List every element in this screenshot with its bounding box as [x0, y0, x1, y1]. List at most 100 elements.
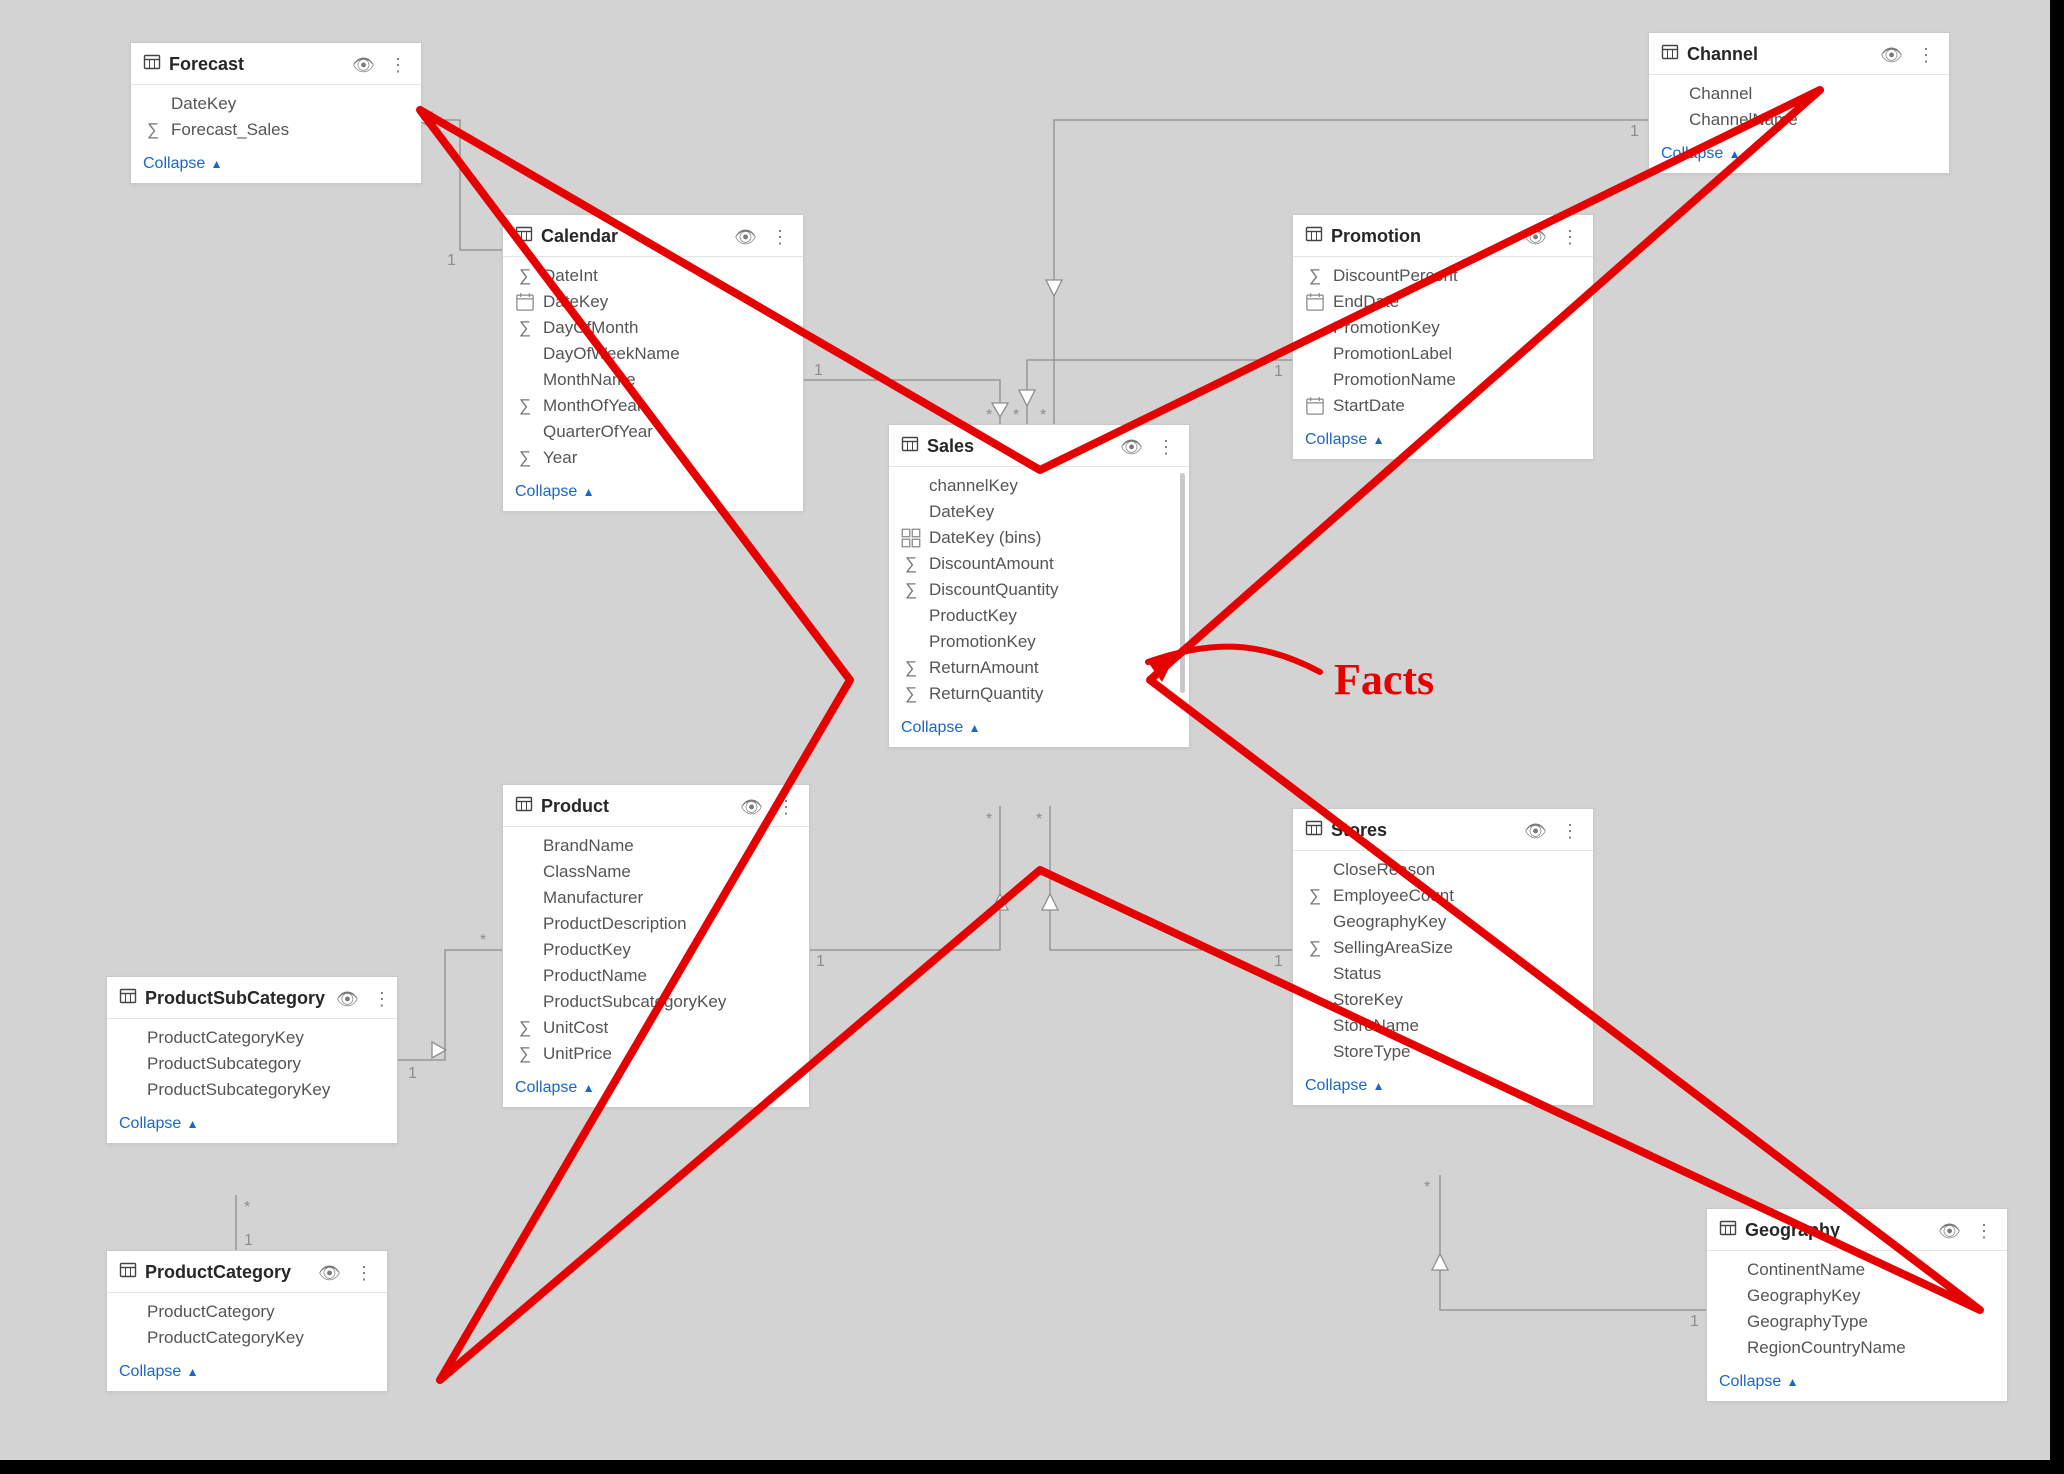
field-row[interactable]: Manufacturer [503, 885, 809, 911]
visibility-icon[interactable]: 👁 [1935, 1222, 1964, 1240]
field-row[interactable]: GeographyKey [1707, 1283, 2007, 1309]
more-options-icon[interactable]: ⋮ [386, 56, 409, 74]
table-channel[interactable]: Channel👁⋮ChannelChannelNameCollapse ▲ [1648, 32, 1950, 174]
more-options-icon[interactable]: ⋮ [352, 1264, 375, 1282]
field-row[interactable]: PromotionLabel [1293, 341, 1593, 367]
more-options-icon[interactable]: ⋮ [370, 990, 393, 1008]
visibility-icon[interactable]: 👁 [1877, 46, 1906, 64]
field-row[interactable]: BrandName [503, 833, 809, 859]
field-row[interactable]: ProductSubcategoryKey [503, 989, 809, 1015]
field-row[interactable]: ∑DiscountQuantity [889, 577, 1189, 603]
collapse-link[interactable]: Collapse ▲ [131, 147, 421, 183]
table-header[interactable]: Promotion👁⋮ [1293, 215, 1593, 257]
field-row[interactable]: ProductCategory [107, 1299, 387, 1325]
field-row[interactable]: ProductKey [889, 603, 1189, 629]
field-row[interactable]: StoreType [1293, 1039, 1593, 1065]
field-row[interactable]: ∑DayOfMonth [503, 315, 803, 341]
table-promotion[interactable]: Promotion👁⋮∑DiscountPercentEndDatePromot… [1292, 214, 1594, 460]
field-row[interactable]: ChannelName [1649, 107, 1949, 133]
field-row[interactable]: ProductCategoryKey [107, 1025, 397, 1051]
table-header[interactable]: Forecast👁⋮ [131, 43, 421, 85]
table-productsubcategory[interactable]: ProductSubCategory👁⋮ProductCategoryKeyPr… [106, 976, 398, 1144]
table-header[interactable]: ProductSubCategory👁⋮ [107, 977, 397, 1019]
field-row[interactable]: QuarterOfYear [503, 419, 803, 445]
field-row[interactable]: GeographyKey [1293, 909, 1593, 935]
field-row[interactable]: ∑UnitPrice [503, 1041, 809, 1067]
more-options-icon[interactable]: ⋮ [768, 228, 791, 246]
more-options-icon[interactable]: ⋮ [1154, 438, 1177, 456]
field-row[interactable]: ProductSubcategoryKey [107, 1077, 397, 1103]
table-header[interactable]: Channel👁⋮ [1649, 33, 1949, 75]
table-header[interactable]: Geography👁⋮ [1707, 1209, 2007, 1251]
scrollbar-thumb[interactable] [1180, 473, 1185, 693]
more-options-icon[interactable]: ⋮ [1558, 228, 1581, 246]
visibility-icon[interactable]: 👁 [731, 228, 760, 246]
field-row[interactable]: DateKey [503, 289, 803, 315]
collapse-link[interactable]: Collapse ▲ [1293, 1069, 1593, 1105]
field-row[interactable]: ProductSubcategory [107, 1051, 397, 1077]
table-product[interactable]: Product👁⋮BrandNameClassNameManufacturerP… [502, 784, 810, 1108]
field-row[interactable]: ∑ReturnAmount [889, 655, 1189, 681]
field-row[interactable]: GeographyType [1707, 1309, 2007, 1335]
field-row[interactable]: ProductName [503, 963, 809, 989]
field-row[interactable]: ∑EmployeeCount [1293, 883, 1593, 909]
field-row[interactable]: channelKey [889, 473, 1189, 499]
visibility-icon[interactable]: 👁 [1117, 438, 1146, 456]
field-row[interactable]: ∑DateInt [503, 263, 803, 289]
visibility-icon[interactable]: 👁 [737, 798, 766, 816]
field-row[interactable]: Channel [1649, 81, 1949, 107]
field-row[interactable]: EndDate [1293, 289, 1593, 315]
collapse-link[interactable]: Collapse ▲ [1649, 137, 1949, 173]
field-row[interactable]: MonthName [503, 367, 803, 393]
collapse-link[interactable]: Collapse ▲ [1293, 423, 1593, 459]
collapse-link[interactable]: Collapse ▲ [107, 1107, 397, 1143]
field-row[interactable]: StoreName [1293, 1013, 1593, 1039]
field-row[interactable]: DayOfWeekName [503, 341, 803, 367]
field-row[interactable]: CloseReason [1293, 857, 1593, 883]
more-options-icon[interactable]: ⋮ [1914, 46, 1937, 64]
table-sales[interactable]: Sales👁⋮channelKeyDateKeyDateKey (bins)∑D… [888, 424, 1190, 748]
field-row[interactable]: ∑UnitCost [503, 1015, 809, 1041]
visibility-icon[interactable]: 👁 [349, 56, 378, 74]
field-row[interactable]: StoreKey [1293, 987, 1593, 1013]
field-row[interactable]: PromotionName [1293, 367, 1593, 393]
table-header[interactable]: Product👁⋮ [503, 785, 809, 827]
collapse-link[interactable]: Collapse ▲ [889, 711, 1189, 747]
model-canvas[interactable]: *1 1* 1* 1* 1* 1* 1* 1* 1* Forecast👁⋮Dat… [0, 0, 2064, 1474]
field-row[interactable]: ClassName [503, 859, 809, 885]
field-row[interactable]: ∑DiscountPercent [1293, 263, 1593, 289]
table-stores[interactable]: Stores👁⋮ CloseReason∑EmployeeCountGeograp… [1292, 808, 1594, 1106]
table-header[interactable]: Calendar👁⋮ [503, 215, 803, 257]
field-row[interactable]: ∑SellingAreaSize [1293, 935, 1593, 961]
table-geography[interactable]: Geography👁⋮ContinentNameGeographyKeyGeog… [1706, 1208, 2008, 1402]
visibility-icon[interactable]: 👁 [333, 990, 362, 1008]
field-row[interactable]: ∑Year [503, 445, 803, 471]
more-options-icon[interactable]: ⋮ [774, 798, 797, 816]
field-row[interactable]: ProductCategoryKey [107, 1325, 387, 1351]
visibility-icon[interactable]: 👁 [1521, 228, 1550, 246]
field-row[interactable]: ∑MonthOfYear [503, 393, 803, 419]
field-row[interactable]: StartDate [1293, 393, 1593, 419]
field-row[interactable]: DateKey [889, 499, 1189, 525]
field-row[interactable]: PromotionKey [889, 629, 1189, 655]
visibility-icon[interactable]: 👁 [1521, 822, 1550, 840]
field-row[interactable]: Status [1293, 961, 1593, 987]
field-row[interactable]: DateKey [131, 91, 421, 117]
field-row[interactable]: ∑Forecast_Sales [131, 117, 421, 143]
field-row[interactable]: DateKey (bins) [889, 525, 1189, 551]
collapse-link[interactable]: Collapse ▲ [1707, 1365, 2007, 1401]
collapse-link[interactable]: Collapse ▲ [503, 1071, 809, 1107]
table-productcategory[interactable]: ProductCategory👁⋮ProductCategoryProductC… [106, 1250, 388, 1392]
collapse-link[interactable]: Collapse ▲ [503, 475, 803, 511]
table-header[interactable]: Sales👁⋮ [889, 425, 1189, 467]
field-row[interactable]: ContinentName [1707, 1257, 2007, 1283]
more-options-icon[interactable]: ⋮ [1972, 1222, 1995, 1240]
field-row[interactable]: ∑ReturnQuantity [889, 681, 1189, 707]
field-row[interactable]: PromotionKey [1293, 315, 1593, 341]
field-row[interactable]: ProductDescription [503, 911, 809, 937]
table-forecast[interactable]: Forecast👁⋮DateKey∑Forecast_SalesCollapse… [130, 42, 422, 184]
table-calendar[interactable]: Calendar👁⋮∑DateIntDateKey∑DayOfMonthDayO… [502, 214, 804, 512]
field-row[interactable]: ∑DiscountAmount [889, 551, 1189, 577]
table-header[interactable]: Stores👁⋮ [1293, 809, 1593, 851]
field-row[interactable]: ProductKey [503, 937, 809, 963]
